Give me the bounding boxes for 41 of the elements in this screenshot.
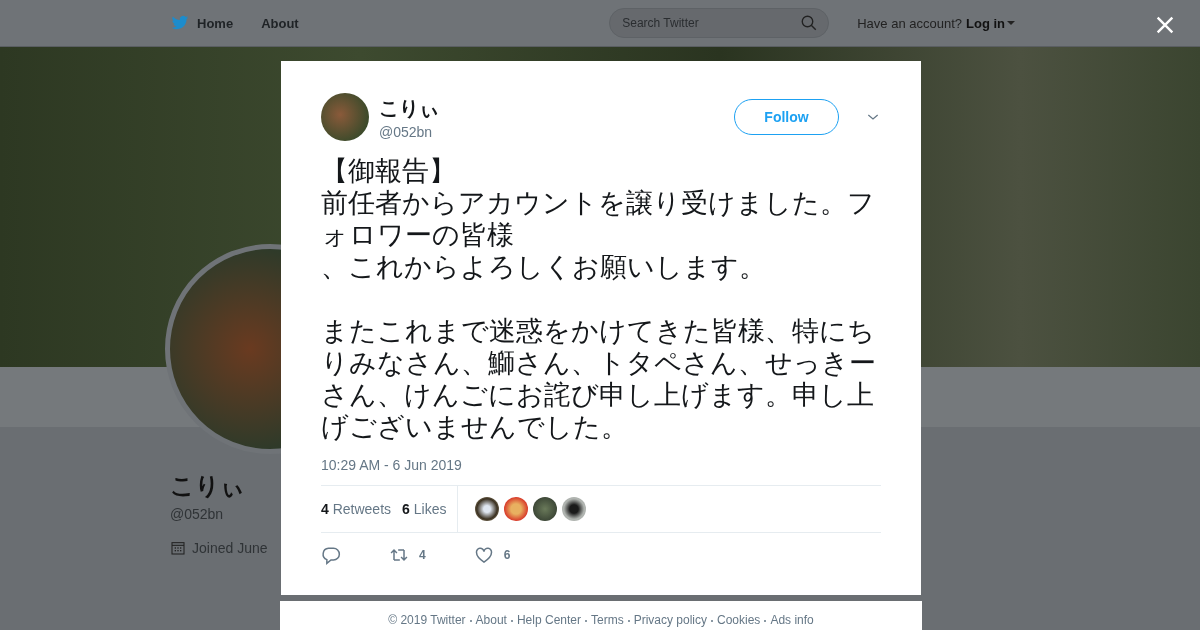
avatar-photo [321, 93, 369, 141]
speech-bubble-icon [321, 545, 341, 565]
search-field[interactable]: Search Twitter [609, 8, 830, 38]
login-link[interactable]: Log in [966, 15, 1015, 31]
retweet-button[interactable]: 4 [389, 545, 426, 565]
search-input[interactable]: Search Twitter [620, 15, 801, 31]
user-avatar-photo[interactable] [533, 497, 558, 521]
calendar-icon [170, 540, 186, 556]
tweet-time: 10:29 AM - 6 Jun 2019 [321, 457, 463, 473]
account-prompt: Have an account? [857, 15, 962, 31]
caret-icon [1007, 21, 1015, 25]
search-icon [800, 14, 819, 32]
footer-link[interactable]: Cookies [717, 613, 761, 630]
follow-button[interactable]: Follow [734, 99, 839, 135]
close-icon [1154, 14, 1176, 36]
nav-link[interactable]: Home [170, 14, 234, 32]
nav-link[interactable]: About [261, 15, 299, 31]
tweet-text-line: 【御報告】 [321, 155, 457, 187]
stat-link[interactable]: 6 Likes [402, 501, 447, 517]
tweet-text-line: またこれまで迷惑をかけてきた皆様、特にちりみなさん、鰤さん、トタペさん、せっきーさん、けんごにお詫び申し上げます。申し上げございませんでした。 [321, 315, 877, 443]
user-avatar-photo[interactable] [475, 497, 500, 521]
close-button[interactable] [1154, 14, 1176, 36]
footer-link[interactable]: About [475, 613, 507, 630]
user-handle: @052bn [379, 123, 434, 140]
tweet-text-line: 前任者からアカウントを譲り受けました。フォロワーの皆様 [321, 187, 876, 251]
profile-handle: @052bn [170, 506, 225, 522]
reply-button[interactable] [321, 545, 341, 565]
footer-link[interactable]: Help Center [516, 613, 581, 630]
bird-icon [170, 14, 190, 32]
footer-link[interactable]: Ads info [770, 613, 814, 630]
footer-link[interactable]: Privacy policy [633, 613, 707, 630]
footer-link[interactable]: © 2019 Twitter [388, 613, 466, 630]
heart-icon [473, 545, 494, 565]
user-name: こりぃ [379, 95, 439, 121]
stat-link[interactable]: 4 Retweets [321, 501, 392, 517]
user-avatar-photo[interactable] [562, 497, 587, 521]
footer-link[interactable]: Terms [591, 613, 624, 630]
like-button[interactable]: 6 [473, 545, 511, 565]
profile-name: こりぃ [170, 471, 246, 501]
tweet-text-line: 、これからよろしくお願いします。 [321, 251, 767, 283]
joined-date: Joined June [192, 540, 268, 556]
